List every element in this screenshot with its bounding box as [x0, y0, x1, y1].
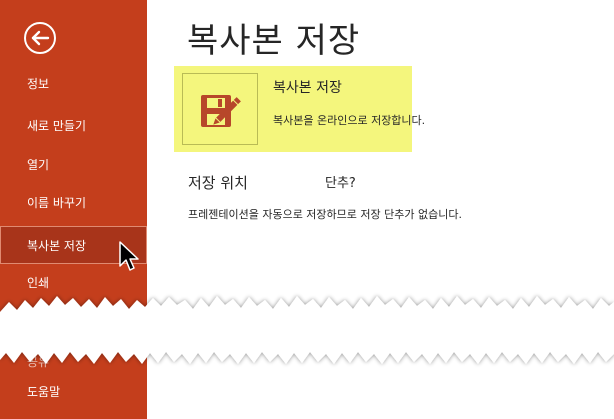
floppy-disk-pencil-icon — [201, 95, 241, 127]
nav-item-rename[interactable]: 이름 바꾸기 — [0, 184, 147, 222]
nav-item-new[interactable]: 새로 만들기 — [0, 107, 147, 145]
page-title: 복사본 저장 — [187, 21, 361, 61]
nav-item-label: 새로 만들기 — [27, 119, 87, 133]
torn-edge-divider — [0, 296, 614, 364]
nav-item-label: 이름 바꾸기 — [27, 196, 87, 210]
nav-item-label: 복사본 저장 — [27, 239, 87, 253]
save-copy-description: 복사본을 온라인으로 저장합니다. — [273, 114, 426, 127]
nav-item-open[interactable]: 열기 — [0, 146, 147, 184]
save-button-heading: 단추? — [325, 176, 356, 191]
nav-item-label: 정보 — [27, 77, 50, 91]
app-window: 정보 새로 만들기 열기 이름 바꾸기 복사본 저장 인쇄 공유 도움말 복사본… — [0, 0, 614, 419]
back-button[interactable] — [23, 21, 57, 55]
nav-item-label: 도움말 — [27, 385, 61, 399]
nav-item-info[interactable]: 정보 — [0, 65, 147, 103]
nav-item-help[interactable]: 도움말 — [0, 373, 147, 411]
mouse-pointer-icon — [119, 241, 139, 271]
nav-item-label: 열기 — [27, 158, 50, 172]
save-copy-option[interactable]: 복사본 저장 복사본을 온라인으로 저장합니다. — [174, 66, 425, 152]
save-copy-title: 복사본 저장 — [273, 80, 342, 96]
autosave-note: 프레젠테이션을 자동으로 저장하므로 저장 단추가 없습니다. — [188, 208, 462, 221]
save-location-heading: 저장 위치 — [188, 174, 248, 192]
save-copy-icon-box — [182, 73, 258, 145]
back-arrow-icon — [24, 22, 56, 54]
nav-item-label: 인쇄 — [27, 276, 50, 290]
